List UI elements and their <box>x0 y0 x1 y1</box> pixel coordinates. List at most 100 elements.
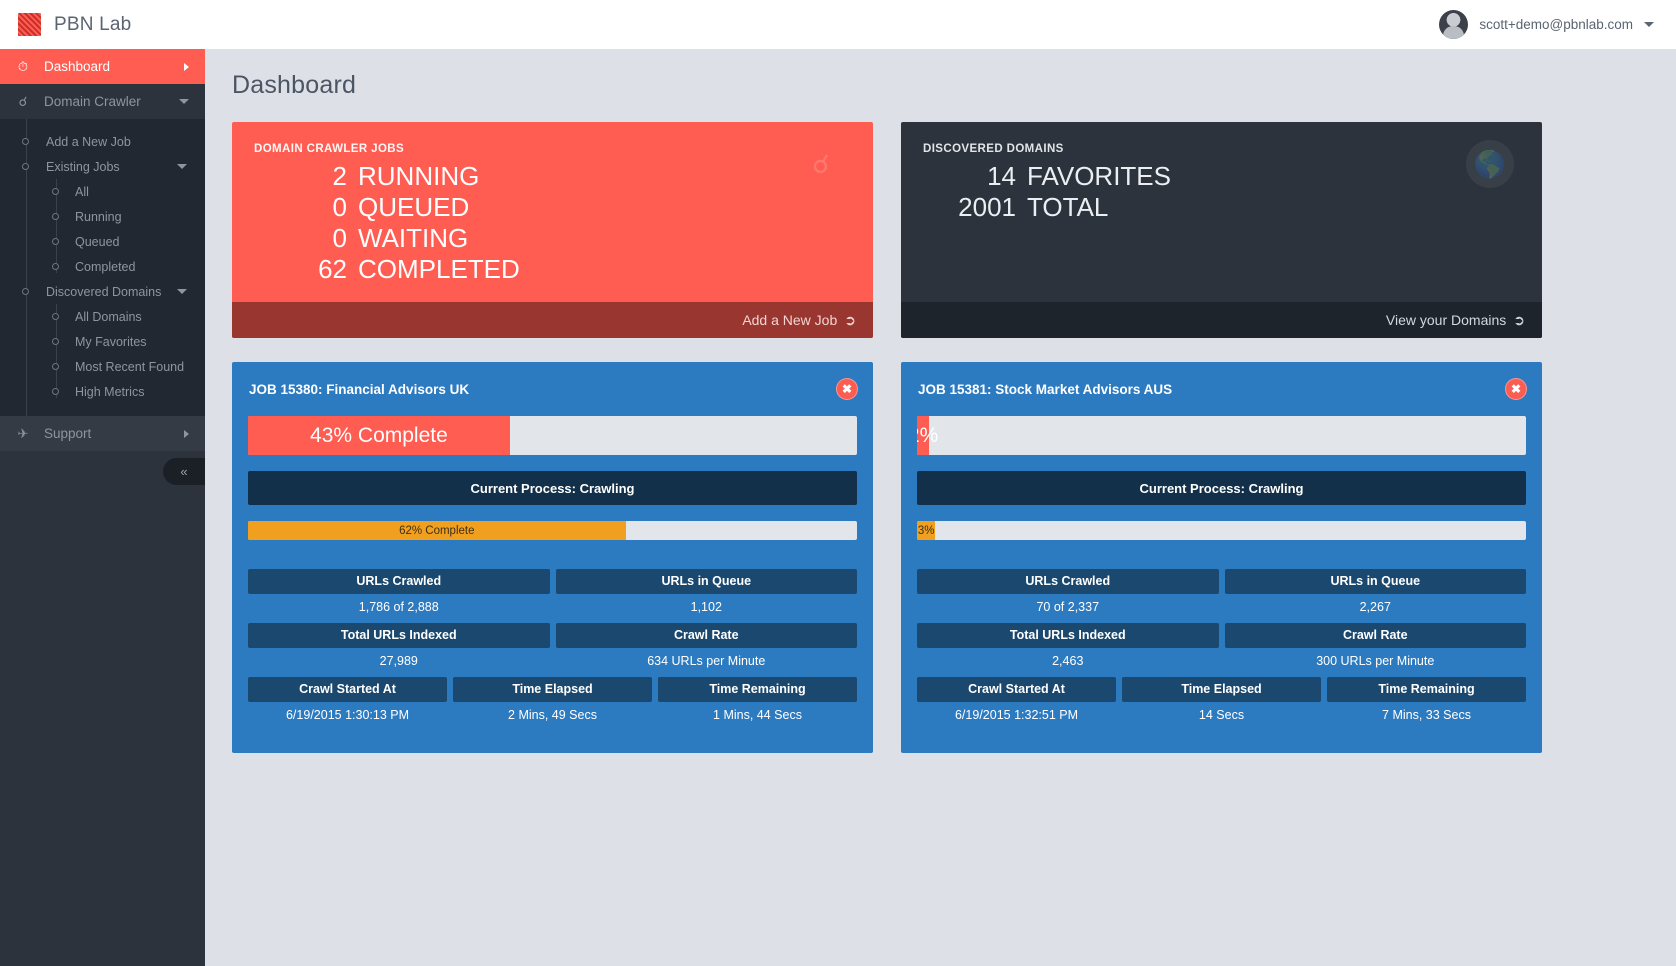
stat-value: 2,463 <box>1052 654 1084 668</box>
bullet-icon <box>52 388 59 395</box>
view-your-domains-link[interactable]: View your Domains ➲ <box>901 302 1542 338</box>
stat-line: 14 FAVORITES <box>923 161 1520 192</box>
bullet-icon <box>52 188 59 195</box>
stats-header-row: Crawl Started At Time Elapsed Time Remai… <box>248 677 857 702</box>
stat-header: Time Remaining <box>1327 677 1526 702</box>
pbn-lab-logo-icon <box>18 13 41 36</box>
add-a-new-job-link[interactable]: Add a New Job ➲ <box>232 302 873 338</box>
stat-line: 0 WAITING <box>254 223 851 254</box>
stat-header: Time Elapsed <box>1122 677 1321 702</box>
job-title: JOB 15381: Stock Market Advisors AUS <box>918 382 1173 397</box>
stat-header: URLs in Queue <box>1224 569 1526 594</box>
user-avatar-icon <box>1439 10 1469 39</box>
stat-number: 62 <box>318 254 347 284</box>
stat-label: TOTAL <box>1027 192 1109 222</box>
sidebar-sub-label: Completed <box>75 259 136 274</box>
stat-header: Crawl Started At <box>917 677 1116 702</box>
job-card-15381: JOB 15381: Stock Market Advisors AUS ✖ 2… <box>901 362 1542 753</box>
collapse-sidebar-button[interactable]: « <box>163 458 205 485</box>
chevron-down-icon <box>177 164 187 169</box>
close-job-icon[interactable]: ✖ <box>1505 378 1527 400</box>
sidebar-item-queued[interactable]: Queued <box>0 229 205 254</box>
stats-header-row: URLs Crawled URLs in Queue <box>917 569 1526 594</box>
collapse-sidebar-icon: « <box>180 464 188 479</box>
view-your-domains-label: View your Domains <box>1385 312 1507 328</box>
sidebar-item-running[interactable]: Running <box>0 204 205 229</box>
stat-number: 0 <box>332 223 347 253</box>
job-card-15380: JOB 15380: Financial Advisors UK ✖ 43% C… <box>232 362 873 753</box>
stat-value: 7 Mins, 33 Secs <box>1382 708 1471 722</box>
brand-name: PBN Lab <box>54 13 132 35</box>
stat-header: Time Remaining <box>658 677 857 702</box>
sidebar-item-high-metrics[interactable]: High Metrics <box>0 379 205 404</box>
stat-lines: 2 RUNNING 0 QUEUED 0 WAITING 62 COMPLETE… <box>254 161 851 285</box>
domain-crawler-submenu: Add a New Job Existing Jobs All Running … <box>0 119 205 416</box>
user-menu[interactable]: scott+demo@pbnlab.com <box>1439 10 1676 39</box>
stat-header: URLs Crawled <box>248 569 550 594</box>
sidebar-item-most-recent-found[interactable]: Most Recent Found <box>0 354 205 379</box>
stat-value: 634 URLs per Minute <box>647 654 766 668</box>
stat-card-body: DISCOVERED DOMAINS 🌎 14 FAVORITES 2001 T… <box>901 122 1542 302</box>
stats-header-row: Crawl Started At Time Elapsed Time Remai… <box>917 677 1526 702</box>
job-stats-table: URLs Crawled URLs in Queue 1,786 of 2,88… <box>248 569 857 729</box>
stats-value-row: 1,786 of 2,888 1,102 <box>248 594 857 621</box>
stat-label: QUEUED <box>358 192 470 222</box>
stat-label: COMPLETED <box>358 254 520 284</box>
sidebar-item-all[interactable]: All <box>0 179 205 204</box>
stat-value: 6/19/2015 1:30:13 PM <box>285 708 409 722</box>
sidebar-item-dashboard[interactable]: ⏱ Dashboard <box>0 49 205 84</box>
stats-value-row: 27,989 634 URLs per Minute <box>248 648 857 675</box>
bullet-icon <box>52 213 59 220</box>
bullet-icon <box>52 363 59 370</box>
sidebar-item-completed[interactable]: Completed <box>0 254 205 279</box>
overall-progress-bar: 43% Complete <box>248 416 857 455</box>
stat-value: 2,267 <box>1359 600 1391 614</box>
arrow-circle-right-icon: ➲ <box>1513 311 1525 328</box>
discovered-domains-group: All Domains My Favorites Most Recent Fou… <box>0 304 205 404</box>
stat-value: 1 Mins, 44 Secs <box>713 708 802 722</box>
sidebar-item-domain-crawler[interactable]: ☌ Domain Crawler <box>0 84 205 119</box>
sidebar-item-existing-jobs[interactable]: Existing Jobs <box>0 154 205 179</box>
left-column: DOMAIN CRAWLER JOBS ☌ 2 RUNNING 0 QUEUED… <box>232 122 873 753</box>
stat-number: 2 <box>332 161 347 191</box>
sidebar-item-add-a-new-job[interactable]: Add a New Job <box>0 129 205 154</box>
sub-progress-bar: 3% <box>917 521 1526 540</box>
sidebar-sub-label: Add a New Job <box>46 134 131 149</box>
stat-label: WAITING <box>358 223 469 253</box>
stat-card-domain-crawler-jobs: DOMAIN CRAWLER JOBS ☌ 2 RUNNING 0 QUEUED… <box>232 122 873 338</box>
overall-progress-fill: 2% <box>917 416 938 455</box>
sidebar-item-label-domain-crawler: Domain Crawler <box>44 94 141 109</box>
brand[interactable]: PBN Lab <box>0 0 219 49</box>
stat-value: 2 Mins, 49 Secs <box>508 708 597 722</box>
sidebar-sub-label: Existing Jobs <box>46 159 120 174</box>
chevron-down-icon <box>177 289 187 294</box>
stat-header: Crawl Started At <box>248 677 447 702</box>
main-content: Dashboard DOMAIN CRAWLER JOBS ☌ 2 RUNNIN… <box>205 49 1676 966</box>
close-job-icon[interactable]: ✖ <box>836 378 858 400</box>
stat-card-kicker: DOMAIN CRAWLER JOBS <box>254 143 405 155</box>
sub-progress-bar: 62% Complete <box>248 521 857 540</box>
stat-line: 62 COMPLETED <box>254 254 851 285</box>
job-stats-table: URLs Crawled URLs in Queue 70 of 2,337 2… <box>917 569 1526 729</box>
chevron-right-icon <box>184 429 189 438</box>
sub-progress-fill: 3% <box>917 521 936 540</box>
sidebar-item-label-dashboard: Dashboard <box>44 59 111 74</box>
stat-header: Total URLs Indexed <box>248 623 550 648</box>
sidebar-item-my-favorites[interactable]: My Favorites <box>0 329 205 354</box>
bullet-icon <box>22 138 29 145</box>
briefcase-medical-icon: ✈ <box>17 425 29 441</box>
chevron-down-icon <box>1644 22 1654 27</box>
sidebar-item-discovered-domains[interactable]: Discovered Domains <box>0 279 205 304</box>
top-bar: PBN Lab scott+demo@pbnlab.com <box>0 0 1676 49</box>
bullet-icon <box>52 313 59 320</box>
sidebar-item-all-domains[interactable]: All Domains <box>0 304 205 329</box>
stats-value-row: 6/19/2015 1:32:51 PM 14 Secs 7 Mins, 33 … <box>917 702 1526 729</box>
sidebar-sub-label: Queued <box>75 234 120 249</box>
sidebar-item-support[interactable]: ✈ Support <box>0 416 205 451</box>
bullet-icon <box>52 263 59 270</box>
dashboard-grid: DOMAIN CRAWLER JOBS ☌ 2 RUNNING 0 QUEUED… <box>205 100 1676 753</box>
stat-value: 27,989 <box>379 654 418 668</box>
chevron-right-icon <box>184 62 189 71</box>
sidebar-sub-label: All <box>75 184 89 199</box>
stat-value: 1,786 of 2,888 <box>358 600 439 614</box>
